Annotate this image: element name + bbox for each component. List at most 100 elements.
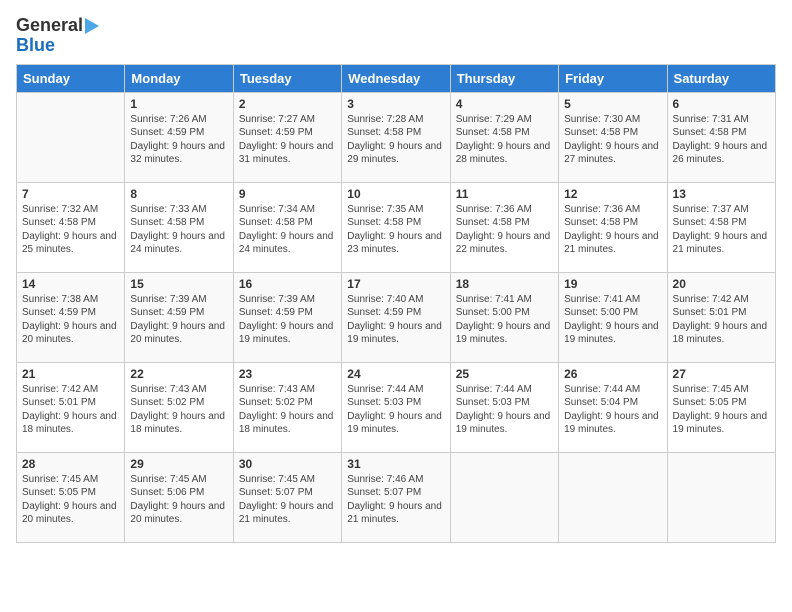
day-number: 22 — [130, 367, 227, 381]
calendar-cell: 7Sunrise: 7:32 AMSunset: 4:58 PMDaylight… — [17, 182, 125, 272]
calendar-cell — [450, 452, 558, 542]
calendar-cell: 25 Sunrise: 7:44 AMSunset: 5:03 PMDayligh… — [450, 362, 558, 452]
calendar-cell: 2 Sunrise: 7:27 AMSunset: 4:59 PMDaylight… — [233, 92, 341, 182]
col-header-wednesday: Wednesday — [342, 64, 450, 92]
day-number: 21 — [22, 367, 119, 381]
day-number: 18 — [456, 277, 553, 291]
calendar-cell: 23Sunrise: 7:43 AMSunset: 5:02 PMDayligh… — [233, 362, 341, 452]
cell-content: Sunrise: 7:44 AMSunset: 5:03 PMDaylight:… — [456, 383, 553, 437]
calendar-cell: 27 Sunrise: 7:45 AMSunset: 5:05 PMDayligh… — [667, 362, 775, 452]
day-number: 9 — [239, 187, 336, 201]
col-header-tuesday: Tuesday — [233, 64, 341, 92]
calendar-cell: 6Sunrise: 7:31 AMSunset: 4:58 PMDaylight… — [667, 92, 775, 182]
cell-content: Sunrise: 7:41 AMSunset: 5:00 PMDaylight:… — [564, 293, 661, 347]
day-number: 25 — [456, 367, 553, 381]
calendar-cell: 29 Sunrise: 7:45 AMSunset: 5:06 PMDayligh… — [125, 452, 233, 542]
cell-content: Sunrise: 7:39 AMSunset: 4:59 PMDaylight:… — [239, 293, 336, 347]
col-header-thursday: Thursday — [450, 64, 558, 92]
cell-content: Sunrise: 7:36 AMSunset: 4:58 PMDaylight:… — [456, 203, 553, 257]
col-header-monday: Monday — [125, 64, 233, 92]
day-number: 5 — [564, 97, 661, 111]
day-number: 17 — [347, 277, 444, 291]
calendar-cell: 31 Sunrise: 7:46 AMSunset: 5:07 PMDayligh… — [342, 452, 450, 542]
calendar-cell: 10 Sunrise: 7:35 AMSunset: 4:58 PMDayligh… — [342, 182, 450, 272]
calendar-cell: 13 Sunrise: 7:37 AMSunset: 4:58 PMDayligh… — [667, 182, 775, 272]
calendar-cell: 14 Sunrise: 7:38 AMSunset: 4:59 PMDayligh… — [17, 272, 125, 362]
calendar-cell: 4 Sunrise: 7:29 AMSunset: 4:58 PMDaylight… — [450, 92, 558, 182]
day-number: 1 — [130, 97, 227, 111]
logo-text-general: General — [16, 16, 83, 36]
calendar-week-row: 7Sunrise: 7:32 AMSunset: 4:58 PMDaylight… — [17, 182, 776, 272]
day-number: 3 — [347, 97, 444, 111]
day-number: 11 — [456, 187, 553, 201]
calendar-cell — [17, 92, 125, 182]
calendar-header-row: SundayMondayTuesdayWednesdayThursdayFrid… — [17, 64, 776, 92]
col-header-friday: Friday — [559, 64, 667, 92]
cell-content: Sunrise: 7:35 AMSunset: 4:58 PMDaylight:… — [347, 203, 444, 257]
calendar-cell: 21 Sunrise: 7:42 AMSunset: 5:01 PMDayligh… — [17, 362, 125, 452]
day-number: 27 — [673, 367, 770, 381]
calendar-cell: 18 Sunrise: 7:41 AMSunset: 5:00 PMDayligh… — [450, 272, 558, 362]
logo-arrow-icon — [85, 18, 99, 34]
calendar-cell: 15Sunrise: 7:39 AMSunset: 4:59 PMDayligh… — [125, 272, 233, 362]
day-number: 8 — [130, 187, 227, 201]
cell-content: Sunrise: 7:38 AMSunset: 4:59 PMDaylight:… — [22, 293, 119, 347]
calendar-week-row: 14 Sunrise: 7:38 AMSunset: 4:59 PMDayligh… — [17, 272, 776, 362]
day-number: 16 — [239, 277, 336, 291]
cell-content: Sunrise: 7:42 AMSunset: 5:01 PMDaylight:… — [22, 383, 119, 437]
cell-content: Sunrise: 7:45 AMSunset: 5:05 PMDaylight:… — [22, 473, 119, 527]
calendar-cell: 17Sunrise: 7:40 AMSunset: 4:59 PMDayligh… — [342, 272, 450, 362]
calendar-cell — [667, 452, 775, 542]
day-number: 31 — [347, 457, 444, 471]
calendar-week-row: 1 Sunrise: 7:26 AMSunset: 4:59 PMDaylight… — [17, 92, 776, 182]
cell-content: Sunrise: 7:44 AMSunset: 5:04 PMDaylight:… — [564, 383, 661, 437]
day-number: 13 — [673, 187, 770, 201]
cell-content: Sunrise: 7:45 AMSunset: 5:05 PMDaylight:… — [673, 383, 770, 437]
calendar-week-row: 21 Sunrise: 7:42 AMSunset: 5:01 PMDayligh… — [17, 362, 776, 452]
cell-content: Sunrise: 7:27 AMSunset: 4:59 PMDaylight:… — [239, 113, 336, 167]
cell-content: Sunrise: 7:41 AMSunset: 5:00 PMDaylight:… — [456, 293, 553, 347]
cell-content: Sunrise: 7:26 AMSunset: 4:59 PMDaylight:… — [130, 113, 227, 167]
calendar-cell: 26 Sunrise: 7:44 AMSunset: 5:04 PMDayligh… — [559, 362, 667, 452]
day-number: 28 — [22, 457, 119, 471]
day-number: 29 — [130, 457, 227, 471]
calendar-cell: 9 Sunrise: 7:34 AMSunset: 4:58 PMDaylight… — [233, 182, 341, 272]
day-number: 19 — [564, 277, 661, 291]
cell-content: Sunrise: 7:44 AMSunset: 5:03 PMDaylight:… — [347, 383, 444, 437]
cell-content: Sunrise: 7:39 AMSunset: 4:59 PMDaylight:… — [130, 293, 227, 347]
calendar-cell: 19 Sunrise: 7:41 AMSunset: 5:00 PMDayligh… — [559, 272, 667, 362]
day-number: 14 — [22, 277, 119, 291]
calendar-cell: 8 Sunrise: 7:33 AMSunset: 4:58 PMDaylight… — [125, 182, 233, 272]
calendar-cell: 12Sunrise: 7:36 AMSunset: 4:58 PMDayligh… — [559, 182, 667, 272]
cell-content: Sunrise: 7:28 AMSunset: 4:58 PMDaylight:… — [347, 113, 444, 167]
page-header: General Blue — [16, 16, 776, 56]
cell-content: Sunrise: 7:32 AMSunset: 4:58 PMDaylight:… — [22, 203, 119, 257]
cell-content: Sunrise: 7:34 AMSunset: 4:58 PMDaylight:… — [239, 203, 336, 257]
day-number: 24 — [347, 367, 444, 381]
day-number: 6 — [673, 97, 770, 111]
calendar-cell — [559, 452, 667, 542]
col-header-saturday: Saturday — [667, 64, 775, 92]
logo-text-blue: Blue — [16, 35, 55, 55]
day-number: 2 — [239, 97, 336, 111]
day-number: 26 — [564, 367, 661, 381]
calendar-cell: 22Sunrise: 7:43 AMSunset: 5:02 PMDayligh… — [125, 362, 233, 452]
cell-content: Sunrise: 7:30 AMSunset: 4:58 PMDaylight:… — [564, 113, 661, 167]
day-number: 20 — [673, 277, 770, 291]
day-number: 10 — [347, 187, 444, 201]
calendar-week-row: 28 Sunrise: 7:45 AMSunset: 5:05 PMDayligh… — [17, 452, 776, 542]
cell-content: Sunrise: 7:46 AMSunset: 5:07 PMDaylight:… — [347, 473, 444, 527]
cell-content: Sunrise: 7:37 AMSunset: 4:58 PMDaylight:… — [673, 203, 770, 257]
calendar-cell: 20 Sunrise: 7:42 AMSunset: 5:01 PMDayligh… — [667, 272, 775, 362]
cell-content: Sunrise: 7:42 AMSunset: 5:01 PMDaylight:… — [673, 293, 770, 347]
logo: General Blue — [16, 16, 99, 56]
day-number: 4 — [456, 97, 553, 111]
calendar-cell: 16 Sunrise: 7:39 AMSunset: 4:59 PMDayligh… — [233, 272, 341, 362]
cell-content: Sunrise: 7:29 AMSunset: 4:58 PMDaylight:… — [456, 113, 553, 167]
cell-content: Sunrise: 7:43 AMSunset: 5:02 PMDaylight:… — [239, 383, 336, 437]
calendar-cell: 30Sunrise: 7:45 AMSunset: 5:07 PMDayligh… — [233, 452, 341, 542]
cell-content: Sunrise: 7:45 AMSunset: 5:06 PMDaylight:… — [130, 473, 227, 527]
cell-content: Sunrise: 7:33 AMSunset: 4:58 PMDaylight:… — [130, 203, 227, 257]
calendar-cell: 3 Sunrise: 7:28 AMSunset: 4:58 PMDaylight… — [342, 92, 450, 182]
col-header-sunday: Sunday — [17, 64, 125, 92]
